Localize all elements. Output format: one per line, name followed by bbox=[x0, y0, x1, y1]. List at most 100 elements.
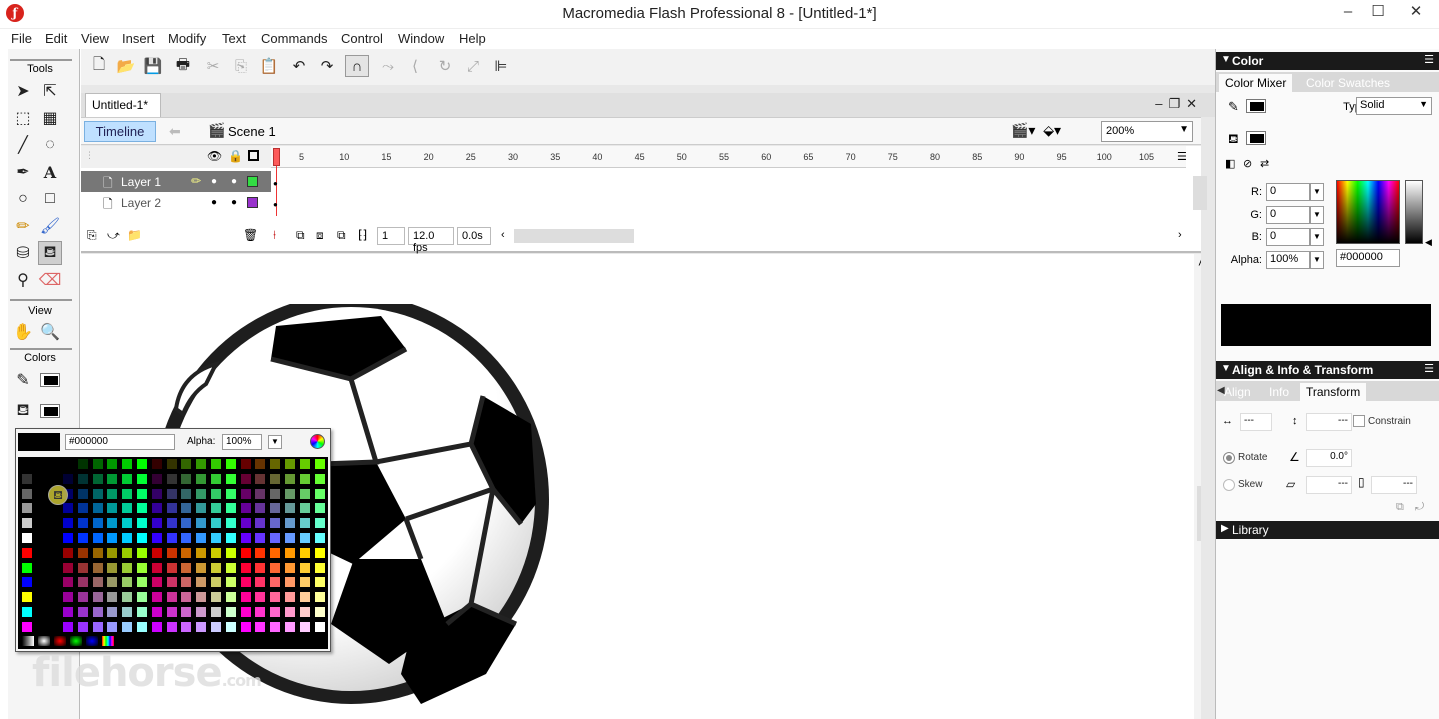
swatch-cell[interactable] bbox=[239, 487, 252, 500]
lock-dot[interactable]: ● bbox=[231, 197, 237, 208]
swatch-cell[interactable] bbox=[76, 502, 89, 515]
swatch-cell[interactable] bbox=[224, 502, 237, 515]
swatch-cell[interactable] bbox=[150, 532, 163, 544]
swatch-cell[interactable] bbox=[313, 561, 326, 574]
rotate-skew-icon[interactable]: ↻ bbox=[433, 55, 457, 77]
swatch-cell[interactable] bbox=[195, 517, 208, 530]
mixer-stroke-swatch[interactable] bbox=[1246, 99, 1266, 113]
swatch-cell[interactable] bbox=[195, 561, 208, 574]
swatch-cell[interactable] bbox=[284, 620, 296, 633]
swatch-cell[interactable] bbox=[21, 591, 33, 604]
layer-row-2[interactable]: 🗋 Layer 2 ● ● bbox=[81, 192, 271, 213]
swatch-cell[interactable] bbox=[21, 546, 33, 559]
mixer-fill-swatch[interactable] bbox=[1246, 131, 1266, 145]
maximize-button[interactable]: ☐ bbox=[1360, 0, 1396, 26]
swatch-cell[interactable] bbox=[284, 591, 296, 604]
swatch-cell[interactable] bbox=[180, 620, 193, 633]
swatch-cell[interactable] bbox=[76, 561, 89, 574]
scale-width-field[interactable]: --- bbox=[1240, 413, 1272, 431]
swatch-cell[interactable] bbox=[269, 458, 282, 470]
menu-edit[interactable]: Edit bbox=[45, 31, 67, 46]
keyframe-dot[interactable]: ● bbox=[273, 179, 278, 188]
copy-transform-icon[interactable]: ⧉ bbox=[1396, 501, 1404, 514]
swatch-cell[interactable] bbox=[195, 591, 208, 604]
swatch-cell[interactable] bbox=[313, 620, 326, 633]
swatch-cell[interactable] bbox=[269, 532, 282, 544]
swatch-cell[interactable] bbox=[121, 517, 134, 530]
pencil-tool-icon[interactable]: ✏ bbox=[11, 214, 35, 238]
swatch-cell[interactable] bbox=[165, 561, 178, 574]
paste-icon[interactable]: 📋 bbox=[257, 55, 281, 77]
swatch-cell[interactable] bbox=[106, 458, 119, 470]
swatch-cell[interactable] bbox=[21, 620, 33, 633]
swatch-cell[interactable] bbox=[210, 561, 222, 574]
edit-multiple-frames-icon[interactable]: ⧉ bbox=[337, 228, 346, 243]
swatch-cell[interactable] bbox=[165, 487, 178, 500]
onion-skin-icon[interactable]: ⧉ bbox=[296, 228, 305, 243]
save-icon[interactable]: 💾 bbox=[141, 55, 165, 77]
brightness-pointer-icon[interactable]: ◀ bbox=[1425, 237, 1432, 248]
swatch-cell[interactable] bbox=[298, 502, 311, 515]
swatch-cell[interactable] bbox=[298, 606, 311, 618]
swatch-cell[interactable] bbox=[180, 591, 193, 604]
swatch-cell[interactable] bbox=[210, 458, 222, 470]
swatch-cell[interactable] bbox=[76, 517, 89, 530]
text-tool-icon[interactable]: A bbox=[38, 160, 62, 184]
swatch-cell[interactable] bbox=[136, 620, 148, 633]
swatch-cell[interactable] bbox=[313, 576, 326, 589]
reset-transform-icon[interactable]: ⤾ bbox=[1415, 501, 1424, 514]
brightness-slider[interactable] bbox=[1405, 180, 1423, 244]
swatch-cell[interactable] bbox=[21, 487, 33, 500]
gradient-swatch[interactable] bbox=[37, 635, 51, 647]
swatch-cell[interactable] bbox=[254, 576, 267, 589]
swatch-cell[interactable] bbox=[313, 472, 326, 485]
document-window-buttons[interactable]: –❐✕ bbox=[1155, 96, 1203, 112]
gradient-swatch[interactable] bbox=[101, 635, 115, 647]
swatch-cell[interactable] bbox=[298, 576, 311, 589]
swatch-cell[interactable] bbox=[180, 472, 193, 485]
red-field[interactable]: 0 bbox=[1266, 183, 1310, 201]
insert-layer-icon[interactable]: ⎘ bbox=[87, 228, 97, 243]
alpha-field[interactable]: 100% bbox=[1266, 251, 1310, 269]
straighten-icon[interactable]: ⟨ bbox=[403, 55, 427, 77]
swatch-cell[interactable] bbox=[195, 487, 208, 500]
scale-height-field[interactable]: --- bbox=[1306, 413, 1352, 431]
menu-commands[interactable]: Commands bbox=[261, 31, 327, 46]
visible-dot[interactable]: ● bbox=[211, 176, 217, 187]
swatch-cell[interactable] bbox=[91, 458, 104, 470]
swatch-cell[interactable] bbox=[21, 472, 33, 485]
swatch-cell[interactable] bbox=[224, 472, 237, 485]
swatch-cell[interactable] bbox=[76, 458, 89, 470]
oval-tool-icon[interactable]: ○ bbox=[11, 187, 35, 211]
swatch-cell[interactable] bbox=[62, 458, 74, 470]
swatch-cell[interactable] bbox=[150, 517, 163, 530]
swatch-cell[interactable] bbox=[239, 532, 252, 544]
timeline-toggle-button[interactable]: Timeline bbox=[84, 121, 156, 142]
swatch-cell[interactable] bbox=[165, 620, 178, 633]
swatch-cell[interactable] bbox=[150, 472, 163, 485]
swatch-cell[interactable] bbox=[284, 472, 296, 485]
visible-dot[interactable]: ● bbox=[211, 197, 217, 208]
swatch-cell[interactable] bbox=[239, 458, 252, 470]
swatch-cell[interactable] bbox=[21, 532, 33, 544]
menu-help[interactable]: Help bbox=[459, 31, 486, 46]
swatch-cell[interactable] bbox=[239, 502, 252, 515]
swatch-cell[interactable] bbox=[150, 561, 163, 574]
eye-icon[interactable]: 👁 bbox=[207, 149, 222, 163]
swatch-cell[interactable] bbox=[121, 546, 134, 559]
swatch-cell[interactable] bbox=[136, 532, 148, 544]
undo-icon[interactable]: ↶ bbox=[287, 55, 311, 77]
swatch-cell[interactable] bbox=[165, 576, 178, 589]
chevron-down-icon[interactable]: ▼ bbox=[268, 435, 282, 449]
swatch-cell[interactable] bbox=[254, 458, 267, 470]
swatch-cell[interactable] bbox=[91, 472, 104, 485]
swatch-cell[interactable] bbox=[284, 487, 296, 500]
swatch-cell[interactable] bbox=[180, 606, 193, 618]
menu-insert[interactable]: Insert bbox=[122, 31, 155, 46]
swatch-cell[interactable] bbox=[224, 591, 237, 604]
swatch-cell[interactable] bbox=[21, 517, 33, 530]
document-tab[interactable]: Untitled-1* bbox=[85, 93, 161, 117]
swatch-cell[interactable] bbox=[121, 620, 134, 633]
swatch-cell[interactable] bbox=[165, 517, 178, 530]
swatch-cell[interactable] bbox=[136, 606, 148, 618]
